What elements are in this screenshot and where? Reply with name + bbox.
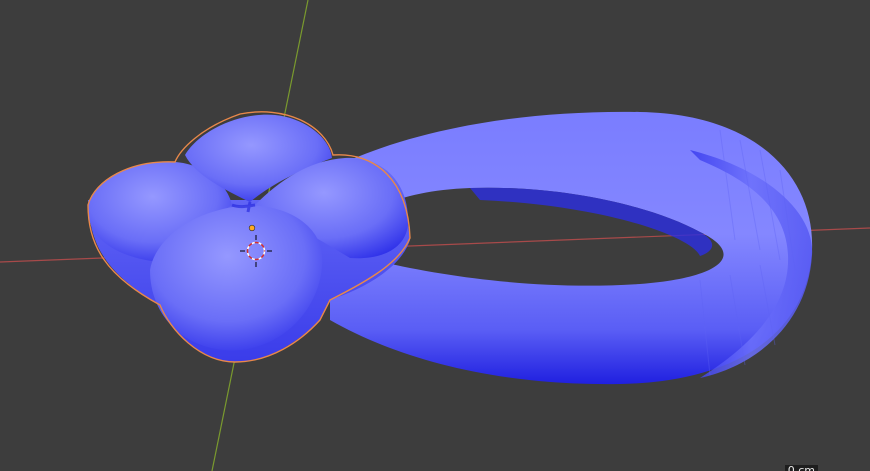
viewport-canvas[interactable] bbox=[0, 0, 870, 471]
3d-viewport[interactable]: 0 cm bbox=[0, 0, 870, 471]
viewport-scale-label: 0 cm bbox=[784, 465, 818, 471]
object-origin-dot[interactable] bbox=[248, 224, 256, 232]
